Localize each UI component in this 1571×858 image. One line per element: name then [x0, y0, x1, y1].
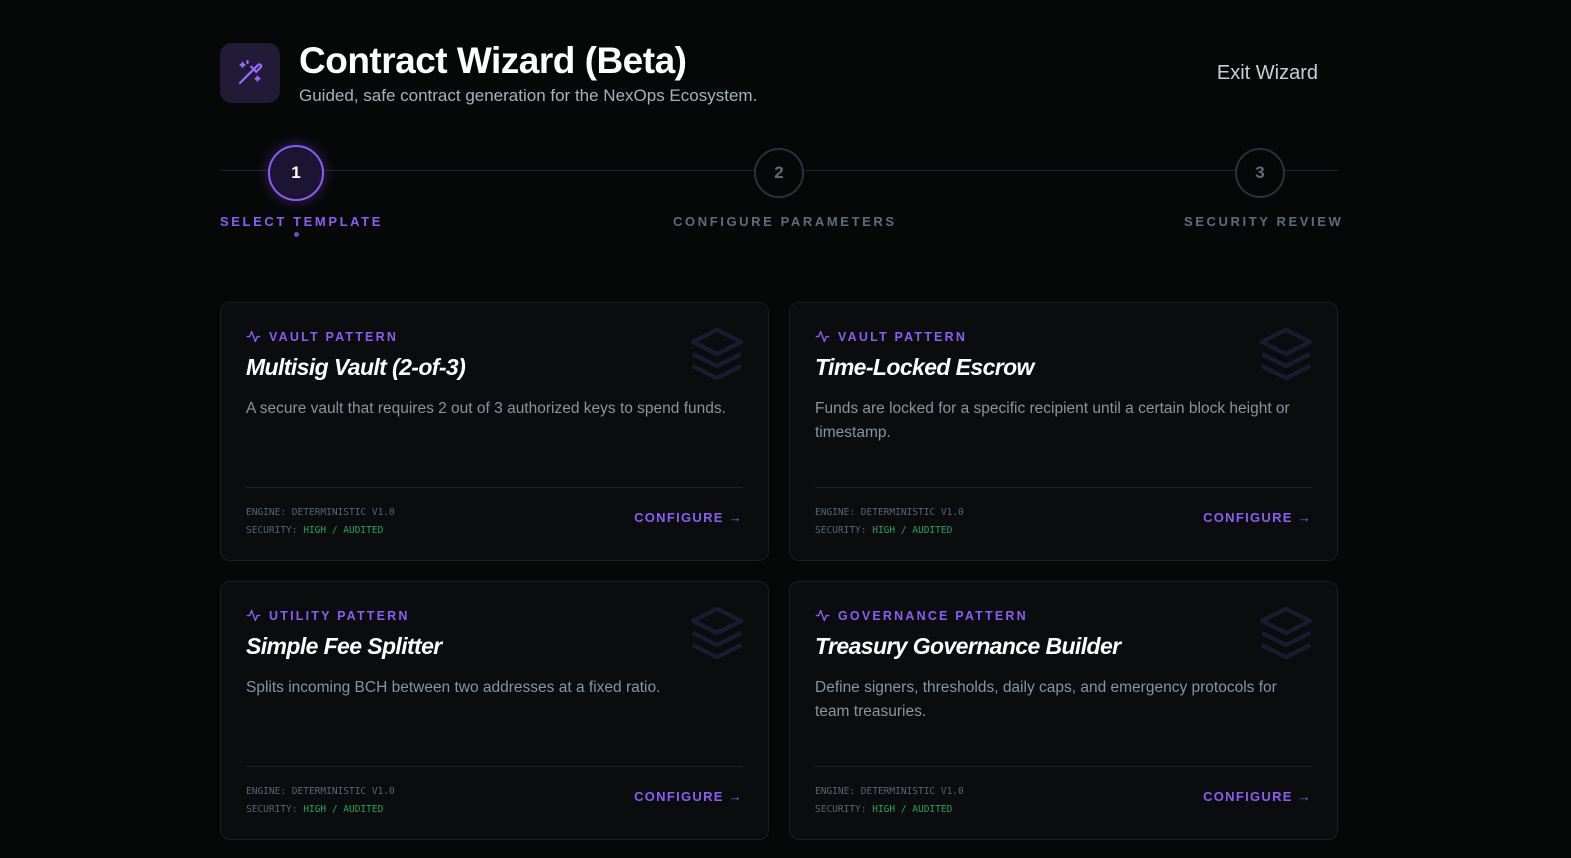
engine-label: ENGINE: — [246, 507, 287, 518]
security-value: HIGH / AUDITED — [872, 804, 953, 815]
step-number-badge[interactable]: 2 — [754, 148, 804, 198]
card-tag: UTILITY PATTERN — [246, 608, 410, 623]
card-tag: VAULT PATTERN — [815, 329, 967, 344]
step-label: SELECT TEMPLATE — [220, 214, 383, 229]
card-tag-label: VAULT PATTERN — [269, 329, 399, 344]
page-subtitle: Guided, safe contract generation for the… — [299, 86, 758, 105]
activity-icon — [815, 330, 830, 343]
security-value: HIGH / AUDITED — [872, 525, 953, 536]
card-meta: ENGINE: DETERMINISTIC V1.0 SECURITY: HIG… — [246, 504, 395, 540]
configure-button[interactable]: CONFIGURE → — [634, 789, 743, 804]
card-description: Funds are locked for a specific recipien… — [815, 400, 1290, 441]
card-divider — [815, 487, 1312, 488]
card-meta: ENGINE: DETERMINISTIC V1.0 SECURITY: HIG… — [815, 783, 964, 819]
configure-button[interactable]: CONFIGURE → — [1203, 510, 1312, 525]
template-card-treasury-governance[interactable]: GOVERNANCE PATTERN Treasury Governance B… — [789, 581, 1338, 840]
engine-label: ENGINE: — [815, 786, 856, 797]
security-label: SECURITY: — [815, 525, 867, 536]
template-card-multisig-vault[interactable]: VAULT PATTERN Multisig Vault (2-of-3) A … — [220, 302, 769, 561]
security-value: HIGH / AUDITED — [303, 525, 384, 536]
layers-icon — [1259, 606, 1313, 660]
security-label: SECURITY: — [246, 525, 298, 536]
card-description: Define signers, thresholds, daily caps, … — [815, 679, 1277, 720]
layers-icon — [690, 327, 744, 381]
activity-icon — [246, 330, 261, 343]
security-label: SECURITY: — [246, 804, 298, 815]
activity-icon — [246, 609, 261, 622]
template-card-fee-splitter[interactable]: UTILITY PATTERN Simple Fee Splitter Spli… — [220, 581, 769, 840]
card-title: Treasury Governance Builder — [815, 633, 1121, 659]
template-card-time-locked-escrow[interactable]: VAULT PATTERN Time-Locked Escrow Funds a… — [789, 302, 1338, 561]
engine-label: ENGINE: — [815, 507, 856, 518]
configure-button[interactable]: CONFIGURE → — [634, 510, 743, 525]
step-number-badge[interactable]: 3 — [1235, 148, 1285, 198]
engine-label: ENGINE: — [246, 786, 287, 797]
card-description: Splits incoming BCH between two addresse… — [246, 679, 661, 696]
engine-value: DETERMINISTIC V1.0 — [291, 507, 395, 518]
card-title: Time-Locked Escrow — [815, 354, 1034, 380]
card-divider — [815, 766, 1312, 767]
wizard-stepper: 1 SELECT TEMPLATE 2 CONFIGURE PARAMETERS… — [220, 145, 1341, 245]
step-number-badge[interactable]: 1 — [268, 145, 324, 201]
layers-icon — [1259, 327, 1313, 381]
engine-value: DETERMINISTIC V1.0 — [291, 786, 395, 797]
card-meta: ENGINE: DETERMINISTIC V1.0 SECURITY: HIG… — [815, 504, 964, 540]
card-tag: VAULT PATTERN — [246, 329, 398, 344]
card-title: Simple Fee Splitter — [246, 633, 442, 659]
magic-wand-icon — [238, 60, 263, 85]
exit-wizard-button[interactable]: Exit Wizard — [1217, 62, 1318, 85]
engine-value: DETERMINISTIC V1.0 — [860, 786, 964, 797]
card-divider — [246, 766, 743, 767]
wizard-header: Contract Wizard (Beta) Guided, safe cont… — [220, 40, 1338, 106]
card-tag-label: GOVERNANCE PATTERN — [838, 608, 1028, 623]
security-label: SECURITY: — [815, 804, 867, 815]
card-tag: GOVERNANCE PATTERN — [815, 608, 1028, 623]
layers-icon — [690, 606, 744, 660]
card-title: Multisig Vault (2-of-3) — [246, 354, 466, 380]
card-tag-label: VAULT PATTERN — [838, 329, 968, 344]
activity-icon — [815, 609, 830, 622]
card-tag-label: UTILITY PATTERN — [269, 608, 410, 623]
security-value: HIGH / AUDITED — [303, 804, 384, 815]
page-title: Contract Wizard (Beta) — [299, 40, 687, 81]
card-meta: ENGINE: DETERMINISTIC V1.0 SECURITY: HIG… — [246, 783, 395, 819]
configure-button[interactable]: CONFIGURE → — [1203, 789, 1312, 804]
wizard-container: Contract Wizard (Beta) Guided, safe cont… — [220, 0, 1341, 858]
active-step-indicator — [294, 232, 299, 237]
card-divider — [246, 487, 743, 488]
wizard-logo — [220, 43, 280, 103]
card-description: A secure vault that requires 2 out of 3 … — [246, 400, 726, 417]
step-label: CONFIGURE PARAMETERS — [673, 214, 897, 229]
step-label: SECURITY REVIEW — [1184, 214, 1344, 229]
engine-value: DETERMINISTIC V1.0 — [860, 507, 964, 518]
